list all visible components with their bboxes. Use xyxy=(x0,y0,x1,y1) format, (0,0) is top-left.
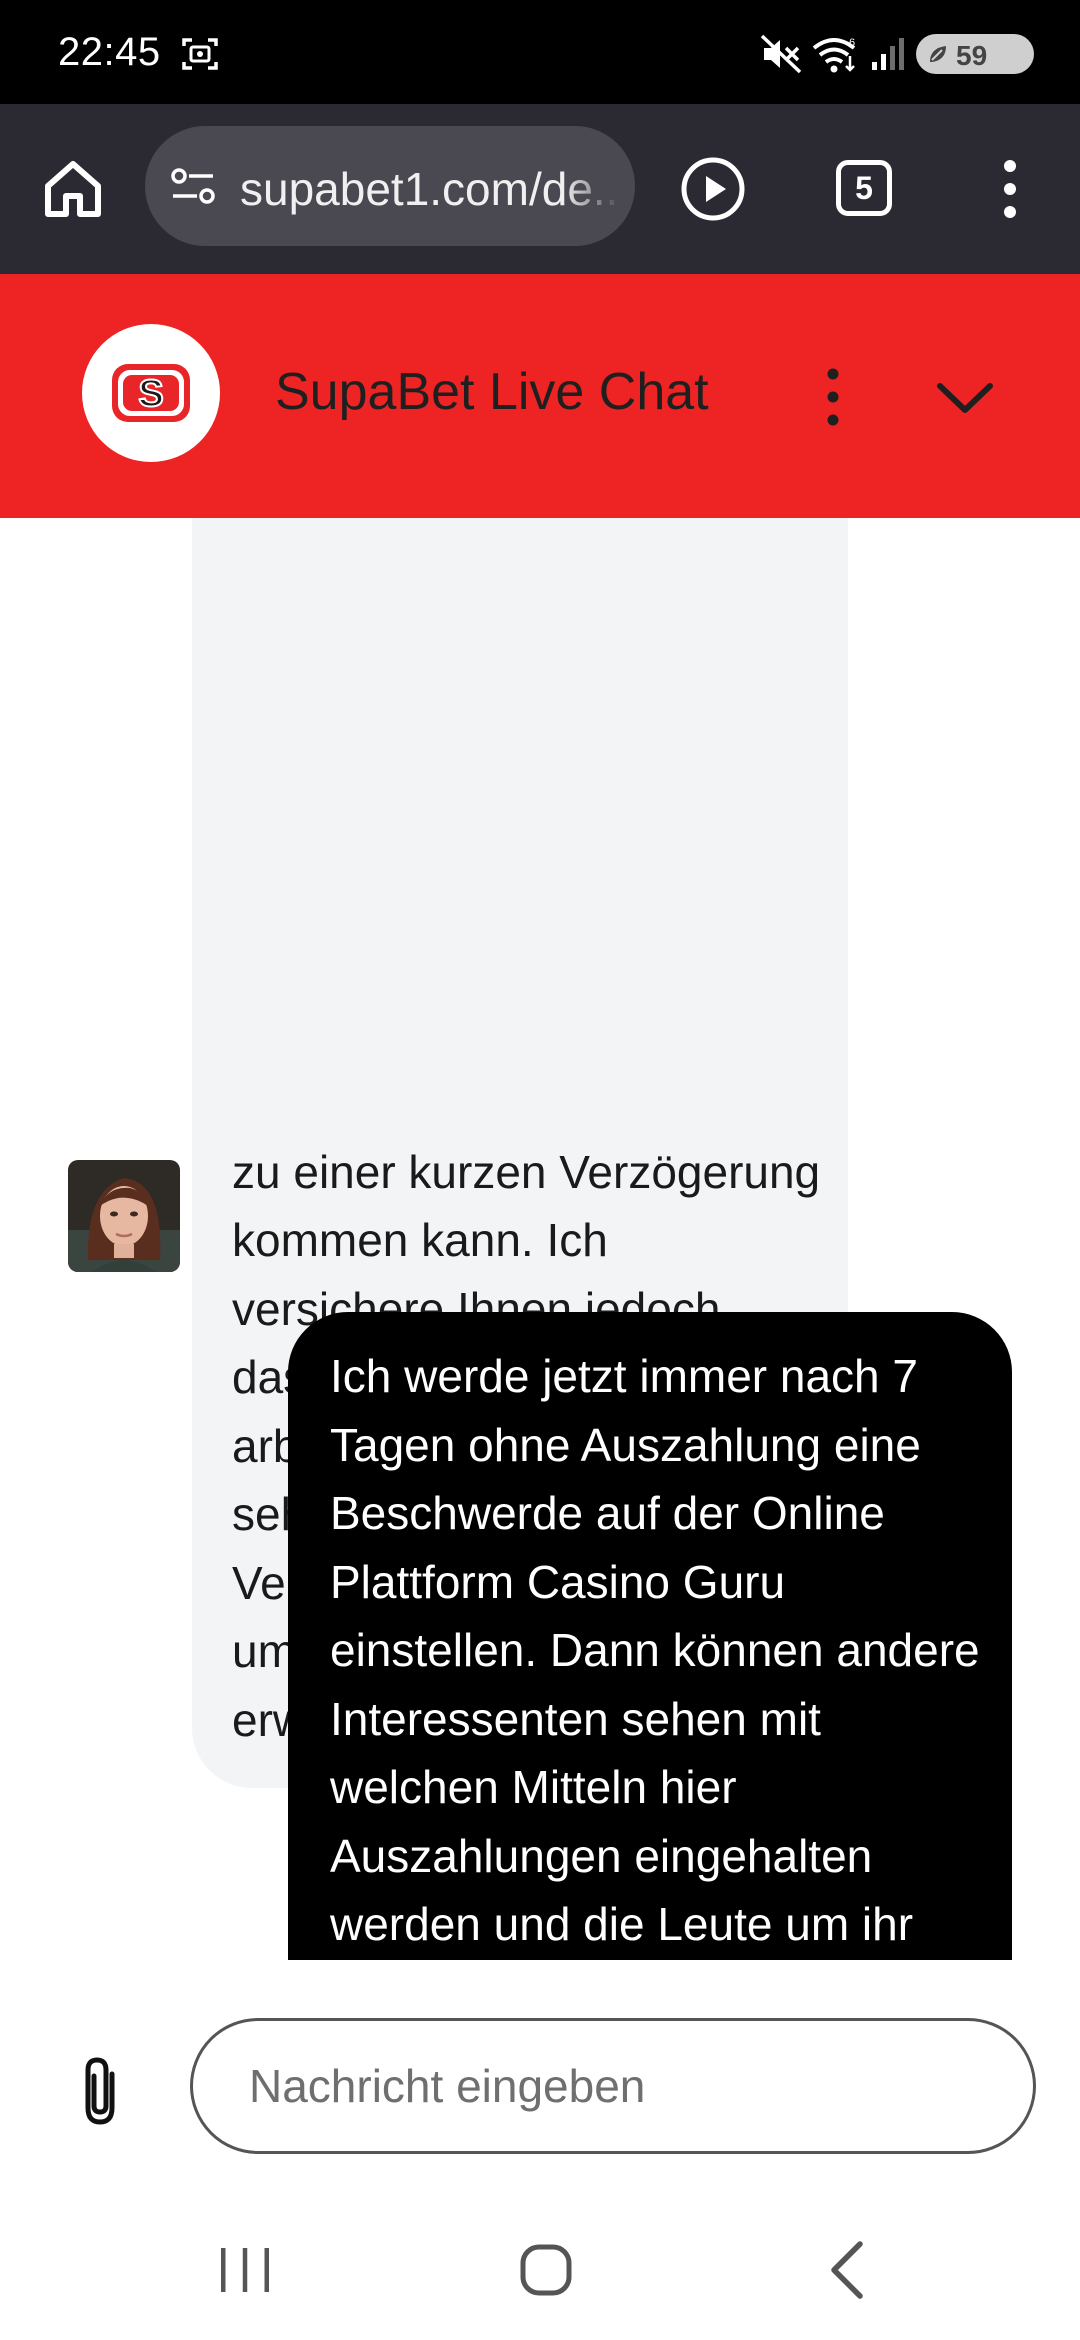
supabet-logo-icon: S xyxy=(112,364,190,422)
user-message-text: Ich werde jetzt immer nach 7 Tagen ohne … xyxy=(330,1350,980,1950)
wifi-icon: 6 xyxy=(812,37,856,73)
tabs-icon[interactable]: 5 xyxy=(836,160,892,216)
system-nav-bar xyxy=(0,2200,1080,2340)
chat-title: SupaBet Live Chat xyxy=(275,363,709,421)
status-icons: 6 59 xyxy=(760,0,1080,104)
screenshot-icon xyxy=(182,38,218,70)
home-nav-icon[interactable] xyxy=(516,2240,576,2300)
message-input[interactable] xyxy=(190,2018,1036,2154)
user-message-bubble: Ich werde jetzt immer nach 7 Tagen ohne … xyxy=(288,1312,1012,1960)
play-icon[interactable] xyxy=(680,156,746,222)
svg-text:6: 6 xyxy=(849,37,855,49)
battery-icon: 59 xyxy=(916,34,1034,74)
status-bar: 22:45 6 59 xyxy=(0,0,1080,104)
url-text[interactable]: supabet1.com/de... xyxy=(240,162,620,216)
address-bar[interactable]: supabet1.com/de... xyxy=(145,126,635,246)
battery-saver-icon xyxy=(930,46,946,62)
message-composer xyxy=(0,1960,1080,2200)
status-time: 22:45 xyxy=(58,30,161,74)
recents-icon[interactable] xyxy=(215,2240,275,2300)
browser-toolbar: supabet1.com/de... 5 xyxy=(0,104,1080,274)
chevron-down-icon[interactable] xyxy=(930,374,1000,422)
site-settings-icon[interactable] xyxy=(169,162,217,210)
brand-logo: S xyxy=(82,324,220,462)
battery-level: 59 xyxy=(956,40,988,71)
chat-header: S SupaBet Live Chat xyxy=(0,274,1080,518)
agent-avatar xyxy=(68,1160,180,1272)
home-icon[interactable] xyxy=(38,154,108,224)
avatar-photo xyxy=(68,1160,180,1272)
mute-icon xyxy=(760,34,802,74)
screen: 22:45 6 59 supabet1.com/de... 5 S SupaBe… xyxy=(0,0,1080,2340)
back-icon[interactable] xyxy=(822,2238,872,2302)
signal-icon xyxy=(872,38,904,70)
more-vert-icon[interactable] xyxy=(990,154,1030,224)
message-list[interactable]: zu einer kurzen Verzögerung kommen kann.… xyxy=(0,518,1080,1960)
paperclip-icon[interactable] xyxy=(72,2052,132,2132)
chat-more-icon[interactable] xyxy=(815,362,851,432)
svg-text:S: S xyxy=(138,373,163,415)
